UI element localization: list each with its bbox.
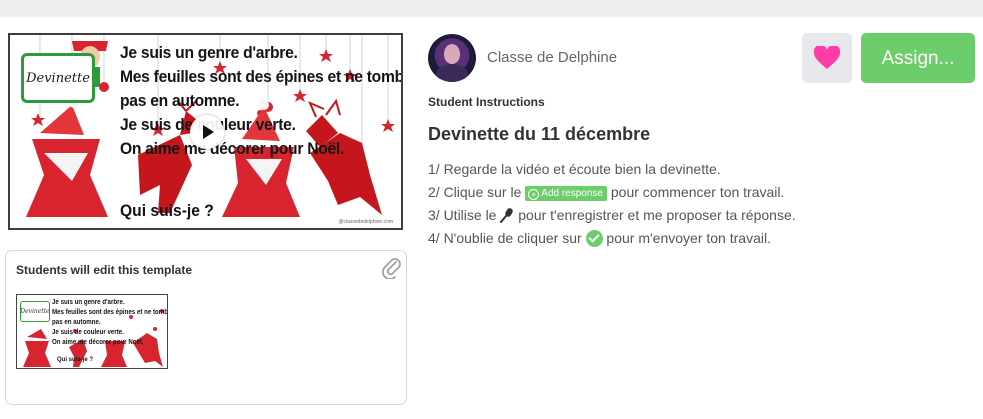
checkmark-icon	[585, 230, 603, 247]
microphone-icon	[500, 208, 514, 223]
instruction-text: 1/ Regarde la vidéo et écoute bien la de…	[428, 161, 721, 177]
thumbnail-text: Je suis un genre d'arbre. Mes feuilles s…	[52, 298, 168, 348]
template-card: Students will edit this template Devinet…	[5, 250, 407, 405]
thumbnail-question: Qui suis-je ?	[57, 357, 94, 363]
like-button[interactable]	[802, 33, 852, 83]
instruction-step-1: 1/ Regarde la vidéo et écoute bien la de…	[428, 161, 721, 177]
template-title: Students will edit this template	[16, 263, 193, 277]
instruction-step-4: 4/ N'oublie de cliquer sur pour m'envoye…	[428, 230, 771, 247]
riddle-line: Je suis un genre d'arbre.	[120, 43, 298, 62]
instruction-text: 4/ N'oublie de cliquer sur	[428, 230, 586, 246]
video-credit: @classededelphine.com	[338, 219, 393, 225]
activity-title: Devinette du 11 décembre	[428, 124, 651, 144]
instruction-text: 2/ Clique sur le	[428, 184, 526, 200]
instruction-text: pour t'enregistrer et me proposer ta rép…	[514, 207, 796, 223]
author-name[interactable]: Classe de Delphine	[487, 49, 617, 66]
riddle-line: Mes feuilles sont des épines et ne tombe…	[120, 67, 403, 86]
video-title-badge: Devinette	[21, 53, 95, 103]
add-response-chip: + Add response	[525, 186, 607, 201]
plus-circle-icon: +	[528, 189, 540, 200]
thumbnail-line: On aime me décorer pour Noël.	[52, 339, 144, 346]
thumbnail-line: Mes feuilles sont des épines et ne tombe…	[52, 309, 168, 316]
instruction-text: 3/ Utilise le	[428, 207, 501, 223]
instruction-text: pour commencer ton travail.	[607, 184, 785, 200]
riddle-line: Je suis de couleur verte.	[120, 115, 296, 134]
riddle-question: Qui suis-je ?	[120, 201, 214, 220]
riddle-line: pas en automne.	[120, 91, 240, 110]
thumbnail-line: pas en automne.	[52, 319, 101, 326]
thumbnail-badge: Devinette	[20, 301, 50, 322]
instruction-step-2: 2/ Clique sur le + Add response pour comm…	[428, 184, 784, 201]
video-riddle-text: Je suis un genre d'arbre. Mes feuilles s…	[120, 41, 403, 161]
paperclip-icon	[382, 258, 401, 279]
play-button[interactable]	[190, 115, 224, 149]
author-avatar[interactable]	[428, 34, 476, 82]
instruction-step-3: 3/ Utilise le pour t'enregistrer et me p…	[428, 207, 796, 223]
riddle-line: On aime me décorer pour Noël.	[120, 139, 345, 158]
template-thumbnail[interactable]: Devinette Je suis un genre d'arbre. Mes …	[16, 294, 168, 369]
student-instructions-label: Student Instructions	[428, 95, 545, 109]
thumbnail-line: Je suis un genre d'arbre.	[52, 299, 125, 306]
thumbnail-line: Je suis de couleur verte.	[52, 329, 124, 336]
chip-label: Add response	[541, 188, 603, 199]
top-bar	[0, 0, 983, 17]
assign-button[interactable]: Assign...	[861, 33, 975, 83]
heart-icon	[813, 46, 841, 69]
instruction-text: pour m'envoyer ton travail.	[602, 230, 771, 246]
activity-video[interactable]: Devinette Je suis un genre d'arbre. Mes …	[8, 33, 403, 230]
